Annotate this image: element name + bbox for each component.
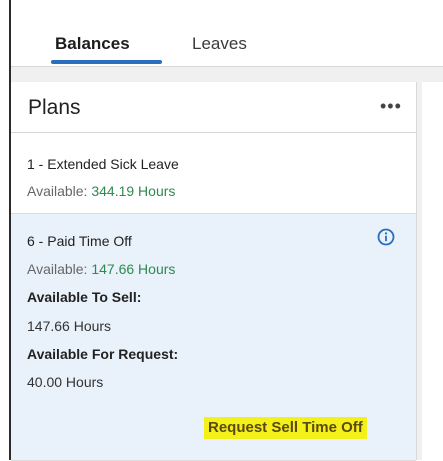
- available-to-sell-label: Available To Sell:: [27, 289, 142, 305]
- detail-pane-edge: [422, 82, 443, 460]
- tab-balances[interactable]: Balances: [55, 34, 130, 54]
- plan-item-paid-time-off[interactable]: 6 - Paid Time Off Available: 147.66 Hour…: [11, 214, 416, 461]
- available-to-sell-value: 147.66 Hours: [27, 318, 112, 334]
- available-label: Available:: [27, 183, 88, 199]
- panel-title: Plans: [28, 96, 81, 119]
- plan-available: Available: 344.19 Hours: [27, 183, 175, 199]
- plan-item-extended-sick-leave[interactable]: 1 - Extended Sick Leave Available: 344.1…: [11, 133, 416, 214]
- available-for-request-label: Available For Request:: [27, 346, 179, 362]
- active-tab-underline: [51, 60, 162, 64]
- plans-panel: Plans ••• 1 - Extended Sick Leave Availa…: [11, 82, 417, 461]
- panel-header: Plans •••: [11, 82, 416, 133]
- available-value: 344.19 Hours: [91, 183, 176, 199]
- available-for-request-value: 40.00 Hours: [27, 374, 104, 390]
- tab-leaves[interactable]: Leaves: [192, 34, 247, 54]
- available-label: Available:: [27, 261, 88, 277]
- plan-name: 1 - Extended Sick Leave: [27, 156, 179, 172]
- plan-name: 6 - Paid Time Off: [27, 233, 132, 249]
- available-value: 147.66 Hours: [91, 261, 176, 277]
- tab-bar: Balances Leaves: [11, 0, 443, 67]
- request-sell-time-off-button[interactable]: Request Sell Time Off: [204, 417, 367, 439]
- plan-available: Available: 147.66 Hours: [27, 261, 175, 277]
- more-horizontal-icon[interactable]: •••: [380, 96, 402, 117]
- info-circle-icon[interactable]: [377, 228, 395, 246]
